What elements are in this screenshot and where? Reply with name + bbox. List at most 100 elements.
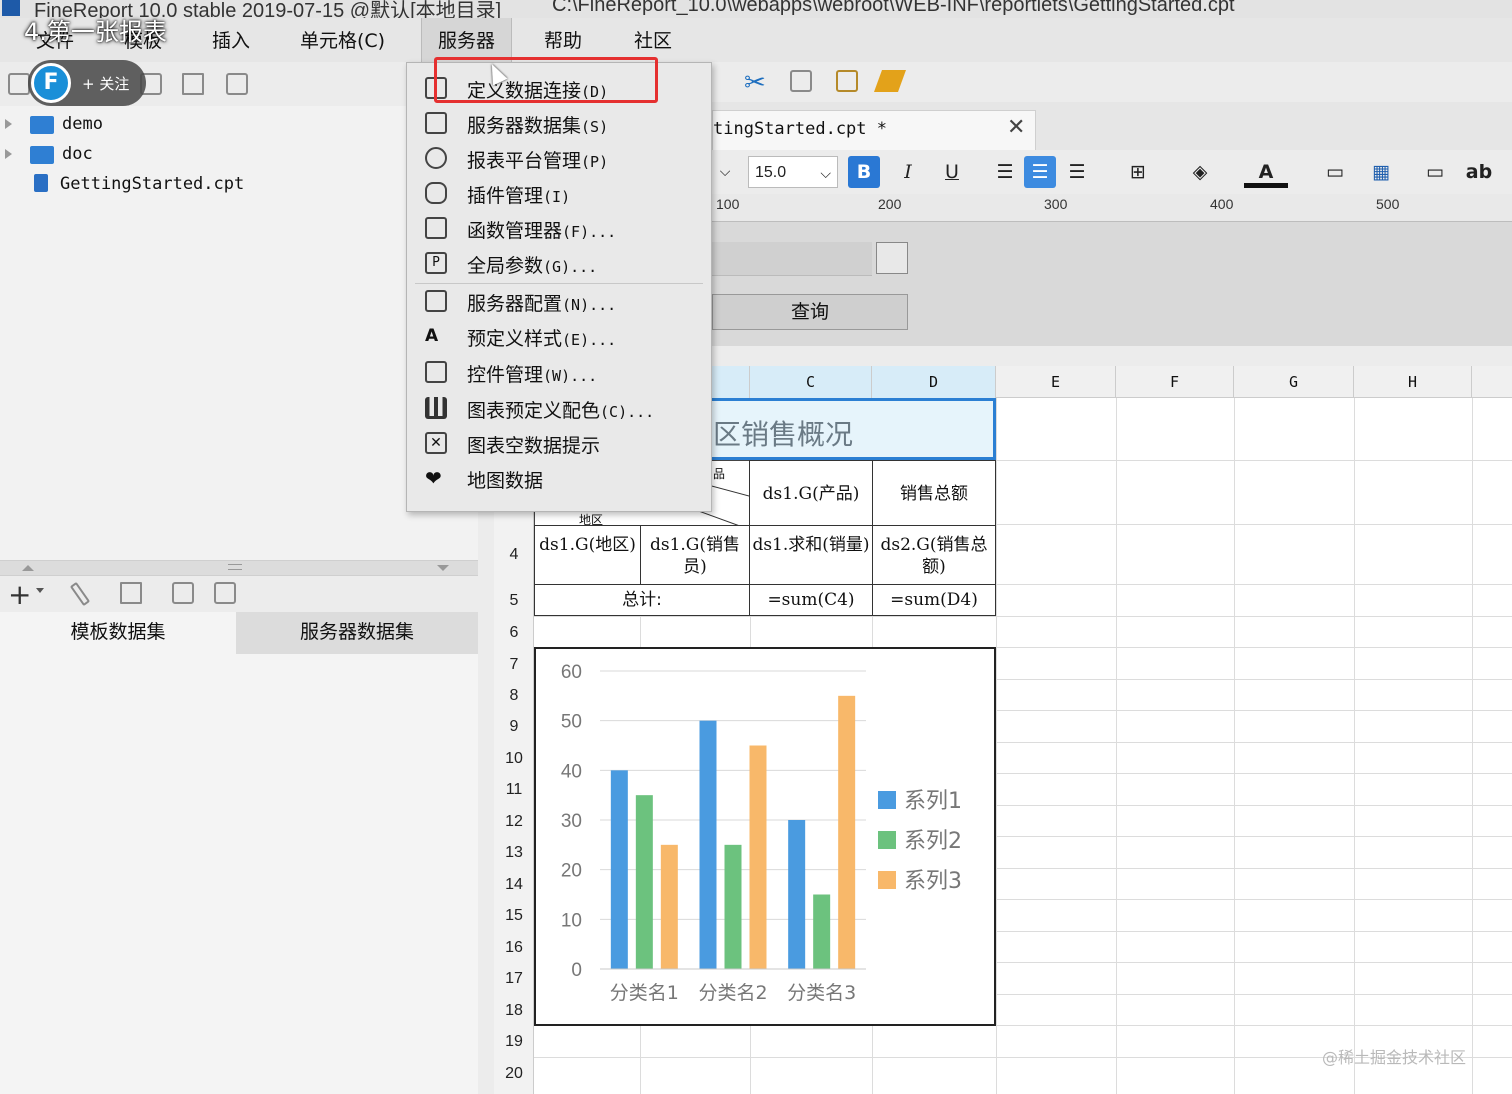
app-logo-icon xyxy=(2,0,20,16)
tab-template-dataset[interactable]: 模板数据集 xyxy=(0,612,236,654)
delete-dataset-icon[interactable] xyxy=(120,582,142,604)
row-num[interactable]: 9 xyxy=(494,718,534,736)
column-head-e[interactable]: E xyxy=(996,366,1116,398)
column-head-h[interactable]: H xyxy=(1354,366,1472,398)
row-num[interactable]: 20 xyxy=(494,1065,534,1083)
menu-item-server-config[interactable]: 服务器配置(N)... xyxy=(407,283,711,318)
menu-cell[interactable]: 单元格(C) xyxy=(300,26,385,53)
border-icon[interactable]: ⊞ xyxy=(1116,156,1160,188)
tree-item-doc[interactable]: doc xyxy=(0,140,470,168)
freeze-icon[interactable]: ▭ xyxy=(1318,156,1352,188)
column-head-d[interactable]: D xyxy=(872,366,996,398)
menu-item-chart-empty-data[interactable]: ✕ 图表空数据提示 xyxy=(407,425,711,460)
menu-item-accel: (S) xyxy=(581,118,609,136)
cell-c5[interactable]: =sum(C4) xyxy=(749,584,873,616)
format-painter-icon[interactable] xyxy=(873,70,907,92)
menu-item-chart-predefined-colors[interactable]: 图表预定义配色(C)... xyxy=(407,390,711,425)
row-num[interactable]: 12 xyxy=(494,813,534,831)
menu-item-platform-management[interactable]: 报表平台管理(P) xyxy=(407,140,711,175)
param-combo-field[interactable] xyxy=(712,242,872,276)
copy-template-icon[interactable] xyxy=(226,73,248,95)
menu-help[interactable]: 帮助 xyxy=(544,26,582,53)
cell-a4[interactable]: ds1.G(地区) xyxy=(534,525,641,585)
row-num[interactable]: 8 xyxy=(494,687,534,705)
menu-item-map-data[interactable]: ❤ 地图数据 xyxy=(407,460,711,495)
menu-item-global-parameters[interactable]: P 全局参数(G)... xyxy=(407,245,711,280)
row-num[interactable]: 14 xyxy=(494,876,534,894)
dataset-edit-icon[interactable] xyxy=(214,582,236,604)
watermark: @稀土掘金技术社区 xyxy=(1322,1048,1467,1067)
row-num[interactable]: 10 xyxy=(494,750,534,768)
copy-icon[interactable] xyxy=(790,70,812,92)
font-dropdown-icon[interactable]: ⌵ xyxy=(712,156,738,188)
drag-grip-icon[interactable] xyxy=(228,564,242,570)
add-dataset-icon[interactable]: + xyxy=(8,578,31,611)
column-head-c[interactable]: C xyxy=(750,366,872,398)
menu-insert[interactable]: 插入 xyxy=(212,26,250,53)
align-center-icon[interactable]: ☰ xyxy=(1024,156,1056,188)
underline-button[interactable]: U xyxy=(936,156,968,188)
close-icon[interactable]: ✕ xyxy=(1007,115,1025,140)
italic-button[interactable]: I xyxy=(892,156,924,188)
wrap-text-button[interactable]: ab xyxy=(1462,156,1496,188)
table-icon[interactable]: ▦ xyxy=(1364,156,1398,188)
chart-container[interactable]: 0 10 20 30 40 50 60 分类名1 分类名2 分类名3 系列1 系列2 系列3 xyxy=(534,647,996,1026)
query-button[interactable]: 查询 xyxy=(712,294,908,330)
row-num[interactable]: 5 xyxy=(494,592,534,610)
row-num[interactable]: 13 xyxy=(494,844,534,862)
cell-d4[interactable]: ds2.G(销售总额) xyxy=(872,525,996,585)
row-num[interactable]: 19 xyxy=(494,1033,534,1051)
column-head-f[interactable]: F xyxy=(1116,366,1234,398)
row-num[interactable]: 16 xyxy=(494,939,534,957)
row-num[interactable]: 6 xyxy=(494,624,534,642)
row-num[interactable]: 15 xyxy=(494,907,534,925)
cell-a5[interactable]: 总计: xyxy=(534,584,750,616)
row-num[interactable]: 17 xyxy=(494,970,534,988)
bold-button[interactable]: B xyxy=(848,156,880,188)
tab-server-dataset[interactable]: 服务器数据集 xyxy=(236,612,478,654)
delete-icon[interactable] xyxy=(182,73,204,95)
menu-item-widget-management[interactable]: 控件管理(W)... xyxy=(407,354,711,389)
menu-community[interactable]: 社区 xyxy=(634,26,672,53)
row-num[interactable]: 11 xyxy=(494,781,534,799)
preview-icon[interactable] xyxy=(172,582,194,604)
ruler-label: 500 xyxy=(1376,196,1400,212)
cut-icon[interactable]: ✂ xyxy=(744,68,766,98)
chart-y-tick-label: 40 xyxy=(561,761,582,782)
add-dropdown-icon[interactable] xyxy=(36,588,44,593)
expand-arrow-icon[interactable] xyxy=(5,149,12,159)
menu-server[interactable]: 服务器 xyxy=(421,18,513,62)
expand-arrow-icon[interactable] xyxy=(5,119,12,129)
cell-b4[interactable]: ds1.G(销售员) xyxy=(640,525,750,585)
follow-badge[interactable]: F + 关注 xyxy=(28,60,146,106)
text-color-button[interactable]: A xyxy=(1244,156,1288,188)
edit-icon[interactable] xyxy=(69,581,91,607)
cell-c3[interactable]: ds1.G(产品) xyxy=(749,460,873,526)
row-num[interactable]: 4 xyxy=(494,546,534,564)
merge-icon[interactable]: ▭ xyxy=(1418,156,1452,188)
panel-splitter[interactable] xyxy=(0,560,478,576)
font-size-dropdown-icon[interactable]: ⌵ xyxy=(820,157,831,189)
align-right-icon[interactable]: ☰ xyxy=(1062,156,1092,188)
combo-dropdown-icon[interactable] xyxy=(876,242,908,274)
column-head-g[interactable]: G xyxy=(1234,366,1354,398)
menu-item-function-manager[interactable]: 函数管理器(F)... xyxy=(407,210,711,245)
align-left-icon[interactable]: ☰ xyxy=(990,156,1020,188)
paste-icon[interactable] xyxy=(836,70,858,92)
new-folder-icon[interactable] xyxy=(8,73,30,95)
fill-color-icon[interactable]: ◈ xyxy=(1178,156,1222,188)
cell-d5[interactable]: =sum(D4) xyxy=(872,584,996,616)
tab-gettingstarted[interactable]: tingStarted.cpt * ✕ xyxy=(712,110,1036,150)
menu-item-predefined-style[interactable]: A 预定义样式(E)... xyxy=(407,318,711,353)
cell-c4[interactable]: ds1.求和(销量) xyxy=(749,525,873,585)
menu-item-plugin-management[interactable]: 插件管理(I) xyxy=(407,175,711,210)
tree-item-demo[interactable]: demo xyxy=(0,110,470,138)
collapse-down-icon[interactable] xyxy=(437,565,449,571)
collapse-up-icon[interactable] xyxy=(22,565,34,571)
font-size-field[interactable]: 15.0 ⌵ xyxy=(748,156,838,188)
row-num[interactable]: 7 xyxy=(494,656,534,674)
cell-d3[interactable]: 销售总额 xyxy=(872,460,996,526)
tree-item-gettingstarted[interactable]: GettingStarted.cpt xyxy=(0,170,470,198)
row-num[interactable]: 18 xyxy=(494,1002,534,1020)
menu-item-server-dataset[interactable]: 服务器数据集(S) xyxy=(407,105,711,140)
